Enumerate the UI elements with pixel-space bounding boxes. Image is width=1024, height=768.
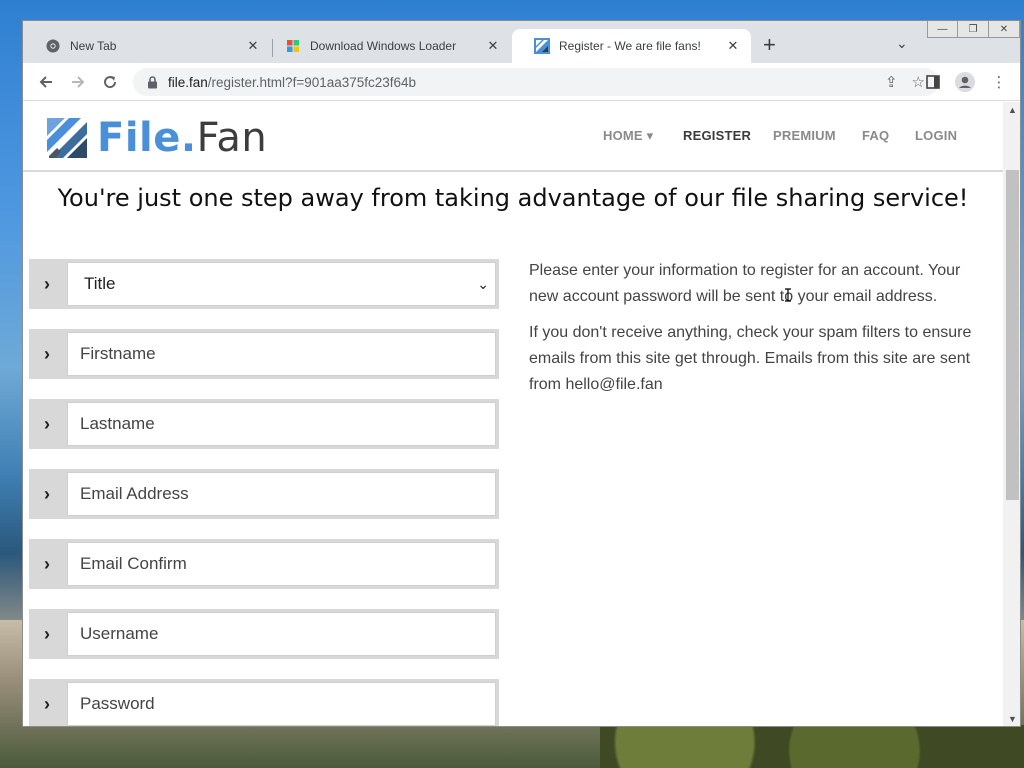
browser-window: New Tab ✕ Download Windows Loader ✕ Regi… [22, 20, 1021, 727]
tab-new-tab[interactable]: New Tab ✕ [23, 29, 271, 63]
nav-premium[interactable]: PREMIUM [773, 128, 836, 143]
close-tab-icon[interactable]: ✕ [725, 38, 741, 54]
chevron-right-icon: › [44, 623, 50, 644]
reload-icon[interactable] [99, 71, 121, 93]
email-input[interactable]: Email Address [67, 472, 496, 516]
chevron-right-icon: › [44, 693, 50, 714]
tab-title: Register - We are file fans! [559, 39, 701, 53]
url-host: file.fan [168, 74, 208, 90]
close-window-icon[interactable]: ✕ [989, 21, 1020, 38]
tab-title: New Tab [70, 39, 117, 53]
scroll-up-arrow-icon[interactable]: ▲ [1003, 102, 1020, 119]
site-logo[interactable]: File.Fan [45, 115, 267, 161]
scroll-thumb[interactable] [1006, 170, 1019, 500]
profile-avatar-icon[interactable] [955, 72, 975, 92]
registration-info: Please enter your information to registe… [529, 258, 989, 398]
tab-search-icon[interactable]: ⌄ [896, 35, 908, 52]
password-field: › Password [29, 679, 499, 726]
new-tab-button[interactable]: + [763, 34, 776, 56]
filefan-logo-icon [47, 118, 87, 158]
chrome-icon [45, 38, 61, 54]
info-paragraph: If you don't receive anything, check you… [529, 324, 972, 393]
window-controls: — ❐ ✕ [927, 21, 1020, 38]
forward-arrow-icon[interactable] [67, 71, 89, 93]
tab-title: Download Windows Loader [310, 39, 457, 53]
lastname-field: › Lastname [29, 399, 499, 449]
page-headline: You're just one step away from taking ad… [57, 184, 969, 212]
chevron-right-icon: › [44, 413, 50, 434]
firstname-input[interactable]: Firstname [67, 332, 496, 376]
tab-strip: New Tab ✕ Download Windows Loader ✕ Regi… [23, 21, 1020, 63]
site-header: File.Fan HOME ▾ REGISTER PREMIUM FAQ LOG… [23, 102, 1003, 172]
chevron-right-icon: › [44, 343, 50, 364]
chevron-right-icon: › [44, 273, 50, 294]
filefan-icon [534, 38, 550, 54]
tab-download-windows-loader[interactable]: Download Windows Loader ✕ [263, 29, 511, 63]
logo-wordmark: File.Fan [97, 115, 267, 161]
minimize-icon[interactable]: — [927, 21, 958, 38]
back-arrow-icon[interactable] [35, 71, 57, 93]
logo-word-file: File [97, 115, 181, 161]
nav-home[interactable]: HOME ▾ [603, 128, 653, 144]
username-field: › Username [29, 609, 499, 659]
title-select[interactable]: Title ⌄ [67, 262, 496, 306]
url-path: /register.html?f=901aa375fc23f64b [207, 74, 417, 90]
page-viewport: File.Fan HOME ▾ REGISTER PREMIUM FAQ LOG… [23, 102, 1003, 726]
password-input[interactable]: Password [67, 682, 496, 726]
text-cursor-icon [785, 288, 791, 302]
share-icon[interactable]: ⇪ [885, 73, 898, 91]
side-panel-icon[interactable] [923, 72, 943, 92]
lock-icon[interactable] [145, 75, 159, 89]
nav-faq[interactable]: FAQ [862, 128, 889, 143]
logo-word-fan: Fan [196, 115, 268, 161]
chevron-right-icon: › [44, 483, 50, 504]
close-tab-icon[interactable]: ✕ [485, 38, 501, 54]
vertical-scrollbar[interactable]: ▲ ▼ [1003, 102, 1020, 726]
username-input[interactable]: Username [67, 612, 496, 656]
chevron-right-icon: › [44, 553, 50, 574]
windows-icon [285, 38, 301, 54]
email-confirm-input[interactable]: Email Confirm [67, 542, 496, 586]
url-text: file.fan/register.html?f=901aa375fc23f64… [168, 75, 416, 90]
kebab-menu-icon[interactable]: ⋮ [989, 72, 1009, 92]
email-confirm-field: › Email Confirm [29, 539, 499, 589]
address-bar[interactable]: file.fan/register.html?f=901aa375fc23f64… [133, 68, 939, 96]
desktop-grass [600, 725, 1024, 768]
close-tab-icon[interactable]: ✕ [245, 38, 261, 54]
firstname-field: › Firstname [29, 329, 499, 379]
chevron-down-icon: ⌄ [477, 276, 489, 292]
title-select-value: Title [84, 274, 116, 293]
browser-toolbar: file.fan/register.html?f=901aa375fc23f64… [23, 63, 1020, 101]
title-field: › Title ⌄ [29, 259, 499, 309]
restore-icon[interactable]: ❐ [958, 21, 989, 38]
tab-register[interactable]: Register - We are file fans! ✕ [512, 29, 751, 63]
logo-dot: . [180, 115, 197, 161]
nav-login[interactable]: LOGIN [915, 128, 957, 143]
scroll-down-arrow-icon[interactable]: ▼ [1003, 711, 1020, 726]
lastname-input[interactable]: Lastname [67, 402, 496, 446]
info-paragraph: Please enter your information to registe… [529, 262, 961, 305]
nav-register[interactable]: REGISTER [683, 128, 751, 143]
email-field: › Email Address [29, 469, 499, 519]
